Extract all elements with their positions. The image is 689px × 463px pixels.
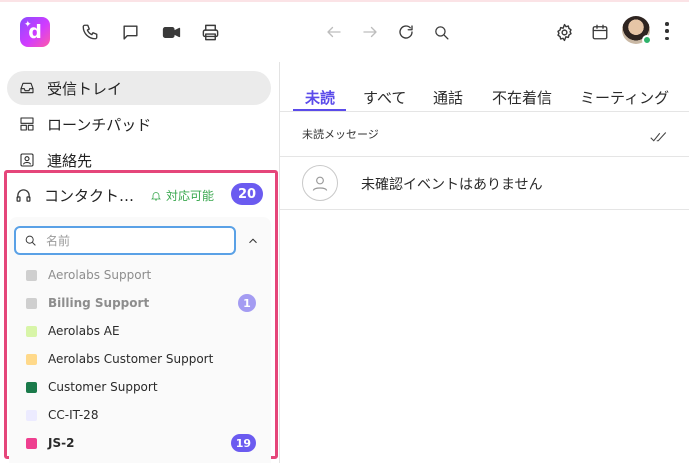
availability-status[interactable]: 対応可能 — [150, 187, 214, 204]
chevron-up-icon[interactable] — [246, 233, 260, 247]
contact-center-header[interactable]: コンタクト… 対応可能 20 — [14, 180, 266, 210]
tab-missed-calls[interactable]: 不在着信 — [492, 87, 552, 108]
tab-calls[interactable]: 通話 — [433, 87, 463, 108]
search-icon — [25, 235, 36, 246]
sidebar-divider — [279, 62, 280, 463]
inbox-icon — [19, 80, 35, 96]
row-divider — [280, 209, 689, 210]
section-title: 未読メッセージ — [302, 128, 379, 141]
team-list-item[interactable]: Aerolabs Support — [26, 263, 262, 287]
more-vertical-icon[interactable] — [664, 22, 670, 40]
team-list-item[interactable]: Aerolabs Customer Support — [26, 347, 262, 371]
message-icon[interactable] — [120, 22, 140, 42]
contacts-icon — [19, 152, 35, 168]
bell-icon — [151, 191, 161, 200]
sidebar-item-inbox[interactable]: 受信トレイ — [7, 71, 271, 105]
video-icon[interactable] — [161, 22, 181, 42]
print-icon[interactable] — [200, 22, 220, 42]
unread-count-badge: 19 — [230, 434, 256, 452]
tab-unread[interactable]: 未読 — [305, 87, 335, 108]
team-color-swatch — [26, 437, 37, 449]
tab-all[interactable]: すべて — [363, 87, 406, 108]
sidebar-item-label: 連絡先 — [47, 151, 93, 170]
user-placeholder-icon — [302, 165, 338, 201]
team-name: Aerolabs AE — [48, 324, 120, 338]
team-color-swatch — [26, 409, 37, 421]
team-search-field[interactable] — [14, 226, 236, 255]
sidebar-item-label: ローンチパッド — [47, 115, 152, 134]
phone-icon[interactable] — [80, 22, 100, 42]
team-color-swatch — [26, 269, 37, 281]
team-color-swatch — [26, 381, 37, 393]
team-list-item[interactable]: Customer Support — [26, 375, 262, 399]
calendar-icon[interactable] — [590, 22, 610, 42]
online-status-dot — [642, 35, 652, 45]
headset-icon — [14, 186, 32, 204]
forward-arrow-icon[interactable] — [360, 22, 380, 42]
launchpad-icon — [19, 116, 35, 132]
team-list-item[interactable]: Aerolabs AE — [26, 319, 262, 343]
team-color-swatch — [26, 353, 37, 365]
top-toolbar — [0, 2, 689, 62]
team-name: Aerolabs Support — [48, 268, 152, 282]
section-divider — [280, 156, 689, 157]
back-arrow-icon[interactable] — [324, 22, 344, 42]
search-icon[interactable] — [431, 22, 451, 42]
app-logo[interactable]: ✦ d — [20, 17, 50, 47]
team-name: CC-IT-28 — [48, 408, 99, 422]
sidebar-item-launchpad[interactable]: ローンチパッド — [7, 107, 271, 141]
team-name: Billing Support — [48, 296, 150, 310]
team-list-item[interactable]: CC-IT-28 — [26, 403, 262, 427]
team-name: JS-2 — [48, 436, 75, 450]
team-name: Aerolabs Customer Support — [48, 352, 214, 366]
team-list-item[interactable]: JS-2 19 — [26, 431, 262, 455]
refresh-icon[interactable] — [396, 22, 416, 42]
tabs-divider — [280, 111, 689, 112]
avatar[interactable] — [622, 16, 652, 45]
team-list-item[interactable]: Billing Support 1 — [26, 291, 262, 315]
mark-all-read-icon[interactable] — [650, 128, 668, 147]
sidebar-item-label: 受信トレイ — [47, 79, 123, 98]
availability-status-label: 対応可能 — [166, 189, 215, 203]
gear-icon[interactable] — [554, 22, 574, 42]
contact-center-count-badge: 20 — [231, 183, 263, 205]
team-color-swatch — [26, 325, 37, 337]
team-name: Customer Support — [48, 380, 158, 394]
tab-meetings[interactable]: ミーティング — [580, 87, 669, 108]
sparkle-icon: ✦ — [24, 20, 32, 30]
contact-center-title: コンタクト… — [44, 186, 135, 205]
team-color-swatch — [26, 297, 37, 309]
team-search-input[interactable] — [46, 233, 216, 248]
empty-state-message: 未確認イベントはありません — [361, 177, 543, 193]
unread-count-badge: 1 — [238, 294, 256, 312]
